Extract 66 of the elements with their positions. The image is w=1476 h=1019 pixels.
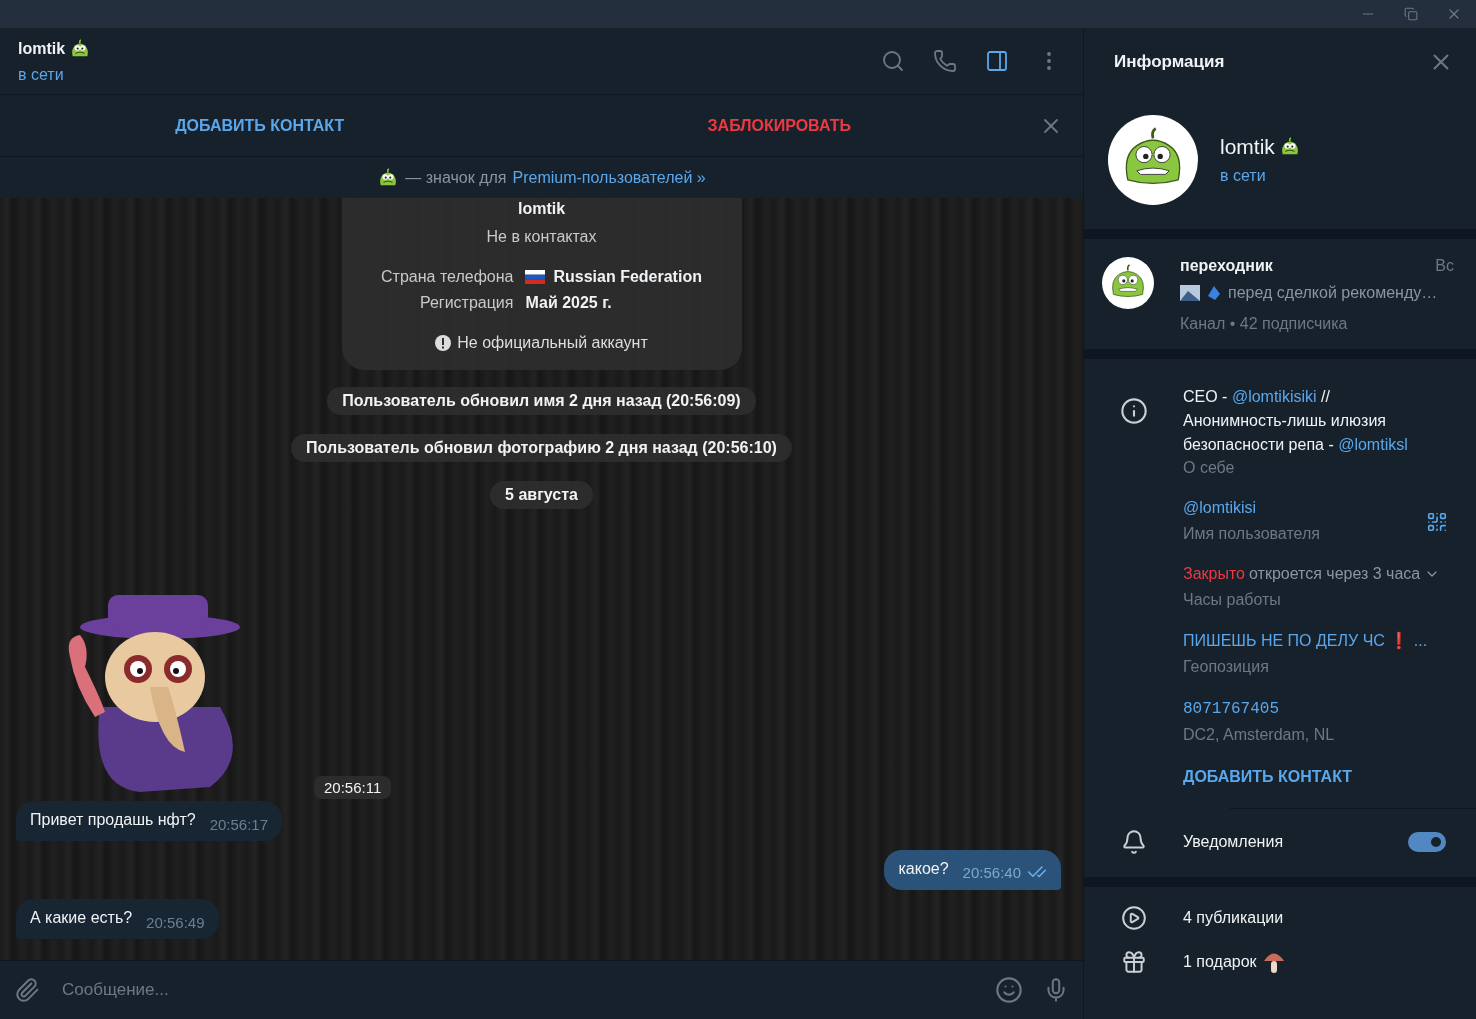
exclamation-icon (435, 335, 452, 351)
flag-icon (525, 270, 546, 284)
side-panel-icon[interactable] (985, 49, 1009, 73)
message-time: 20:56:11 (314, 776, 392, 799)
field-label: Часы работы (1183, 591, 1282, 609)
info-label: Страна телефона (381, 268, 514, 286)
channel-meta: Канал • 42 подписчика (1180, 315, 1349, 333)
username-link[interactable]: @lomtiksl (1338, 436, 1408, 453)
service-message: Пользователь обновил фотографию 2 дня назад (20:56:10) (291, 434, 792, 462)
crystal-emoji-icon (1206, 285, 1222, 301)
user-id: 8071767405 (1183, 700, 1280, 718)
message-time: 20:56:49 (146, 914, 205, 931)
phone-icon[interactable] (933, 49, 957, 73)
notifications-label: Уведомления (1183, 833, 1285, 851)
restore-icon[interactable] (1404, 7, 1418, 21)
play-circle-icon (1120, 905, 1147, 931)
panel-title: Информация (1114, 51, 1225, 72)
stat-item[interactable]: 1 подарок (1183, 953, 1257, 971)
info-value: Russian Federation (553, 268, 702, 286)
location-link[interactable]: ПИШЕШЬ НЕ ПО ДЕЛУ ЧС ❗ ... (1183, 631, 1428, 650)
chat-name: lomtik (18, 40, 66, 58)
gift-icon (1120, 949, 1147, 975)
message-input[interactable]: Сообщение... (60, 979, 975, 1001)
online-status: в сети (18, 66, 65, 84)
unofficial-note: Не официальный аккаунт (457, 334, 648, 352)
card-name: lomtik (517, 200, 566, 218)
info-label: Регистрация (418, 294, 514, 312)
username-link[interactable]: @lomtikisi (1183, 499, 1426, 517)
message-text: какое? (898, 860, 949, 878)
channel-date: Вс (1435, 257, 1454, 275)
add-contact-button[interactable]: ДОБАВИТЬ КОНТАКТ (1183, 768, 1353, 786)
closed-status: Закрыто (1183, 565, 1245, 583)
emoji-icon[interactable] (995, 976, 1023, 1004)
search-icon[interactable] (881, 49, 905, 73)
channel-preview: перед сделкой рекоменду… (1228, 284, 1438, 302)
message-text: А какие есть? (30, 909, 133, 927)
qr-code-icon[interactable] (1426, 511, 1448, 533)
online-status: в сети (1220, 167, 1267, 185)
datacenter-label: DC2, Amsterdam, NL (1183, 726, 1335, 744)
field-label: Имя пользователя (1183, 525, 1321, 543)
channel-name[interactable]: переходник (1180, 257, 1273, 275)
block-button[interactable]: ЗАБЛОКИРОВАТЬ (519, 108, 1039, 143)
field-label: О себе (1183, 459, 1236, 477)
bio-text: CEO - @lomtikisiki //Анонимность-лишь илюзия безопасности репа - @lomtiksl (1183, 387, 1409, 455)
message-text: Привет продашь нфт? (30, 811, 196, 829)
frog-avatar[interactable] (1102, 257, 1154, 309)
attach-icon[interactable] (14, 977, 40, 1003)
bell-icon (1120, 829, 1147, 855)
notifications-toggle[interactable] (1408, 832, 1446, 852)
photo-thumbnail (1180, 285, 1200, 301)
opening-time: откроется через 3 часа (1249, 565, 1421, 583)
frog-avatar[interactable] (1108, 115, 1198, 205)
username-link[interactable]: @lomtikisiki (1231, 388, 1317, 405)
date-badge: 5 августа (490, 481, 593, 509)
message-time: 20:56:40 (962, 863, 1021, 881)
premium-notice-text: — значок для (405, 168, 507, 187)
message-time: 20:56:17 (209, 816, 269, 833)
add-contact-button[interactable]: ДОБАВИТЬ КОНТАКТ (0, 108, 520, 143)
field-label: Геопозиция (1183, 658, 1270, 676)
info-value: Май 2025 г. (525, 294, 612, 312)
service-message: Пользователь обновил имя 2 дня назад (20:56:09) (327, 387, 756, 415)
premium-link[interactable]: Premium-пользователей » (512, 168, 706, 187)
card-subtitle: Не в контактах (486, 228, 597, 246)
stat-item[interactable]: 4 публикации (1183, 909, 1284, 927)
info-icon (1119, 397, 1148, 425)
profile-name: lomtik (1220, 135, 1275, 159)
